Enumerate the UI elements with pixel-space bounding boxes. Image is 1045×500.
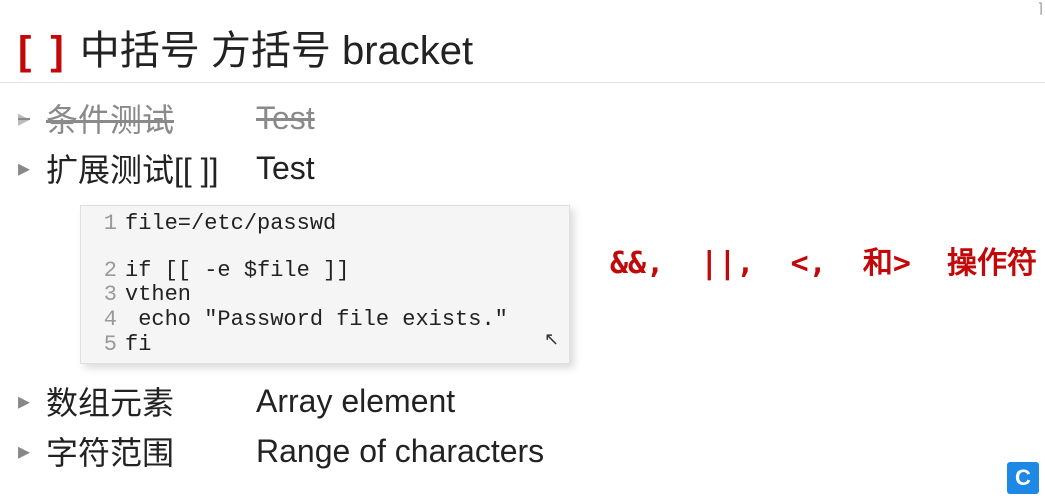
item-cn: 数组元素 bbox=[46, 378, 256, 424]
bullet-item-extended-test: ▸ 扩展测试[[ ]] Test bbox=[18, 145, 1045, 191]
code-block: 1file=/etc/passwd 2if [[ -e $file ]] 3vt… bbox=[80, 205, 570, 364]
bullet-icon: ▸ bbox=[18, 437, 46, 466]
bullet-icon: ▸ bbox=[18, 154, 46, 183]
bullet-icon: ▸ bbox=[18, 104, 46, 133]
code-line: 3vthen bbox=[81, 283, 569, 308]
code-line: 2if [[ -e $file ]] bbox=[81, 259, 569, 284]
corner-mark: ⌉ bbox=[1038, 0, 1043, 17]
title-text: 中括号 方括号 bracket bbox=[80, 18, 473, 76]
item-en: Range of characters bbox=[256, 433, 544, 470]
item-en: Test bbox=[256, 100, 315, 137]
code-line: 4 echo "Password file exists." bbox=[81, 308, 569, 333]
bullet-item-condition-test: ▸ 条件测试 Test bbox=[18, 95, 1045, 141]
item-en: Test bbox=[256, 150, 315, 187]
slide-title-row: [ ] 中括号 方括号 bracket bbox=[0, 0, 1045, 83]
bullet-icon: ▸ bbox=[18, 387, 46, 416]
bullet-item-array-element: ▸ 数组元素 Array element bbox=[18, 378, 1045, 424]
code-line: 5fi bbox=[81, 333, 569, 358]
item-en: Array element bbox=[256, 383, 455, 420]
operators-note: &&, ||, <, 和> 操作符 bbox=[610, 238, 1037, 282]
code-line: 1file=/etc/passwd bbox=[81, 212, 569, 237]
logo-badge: C bbox=[1007, 462, 1039, 494]
item-cn: 条件测试 bbox=[46, 95, 256, 141]
item-cn: 字符范围 bbox=[46, 428, 256, 474]
title-bracket-symbol: [ ] bbox=[18, 29, 68, 74]
item-cn: 扩展测试[[ ]] bbox=[46, 145, 256, 191]
bullet-item-range-of-characters: ▸ 字符范围 Range of characters bbox=[18, 428, 1045, 474]
